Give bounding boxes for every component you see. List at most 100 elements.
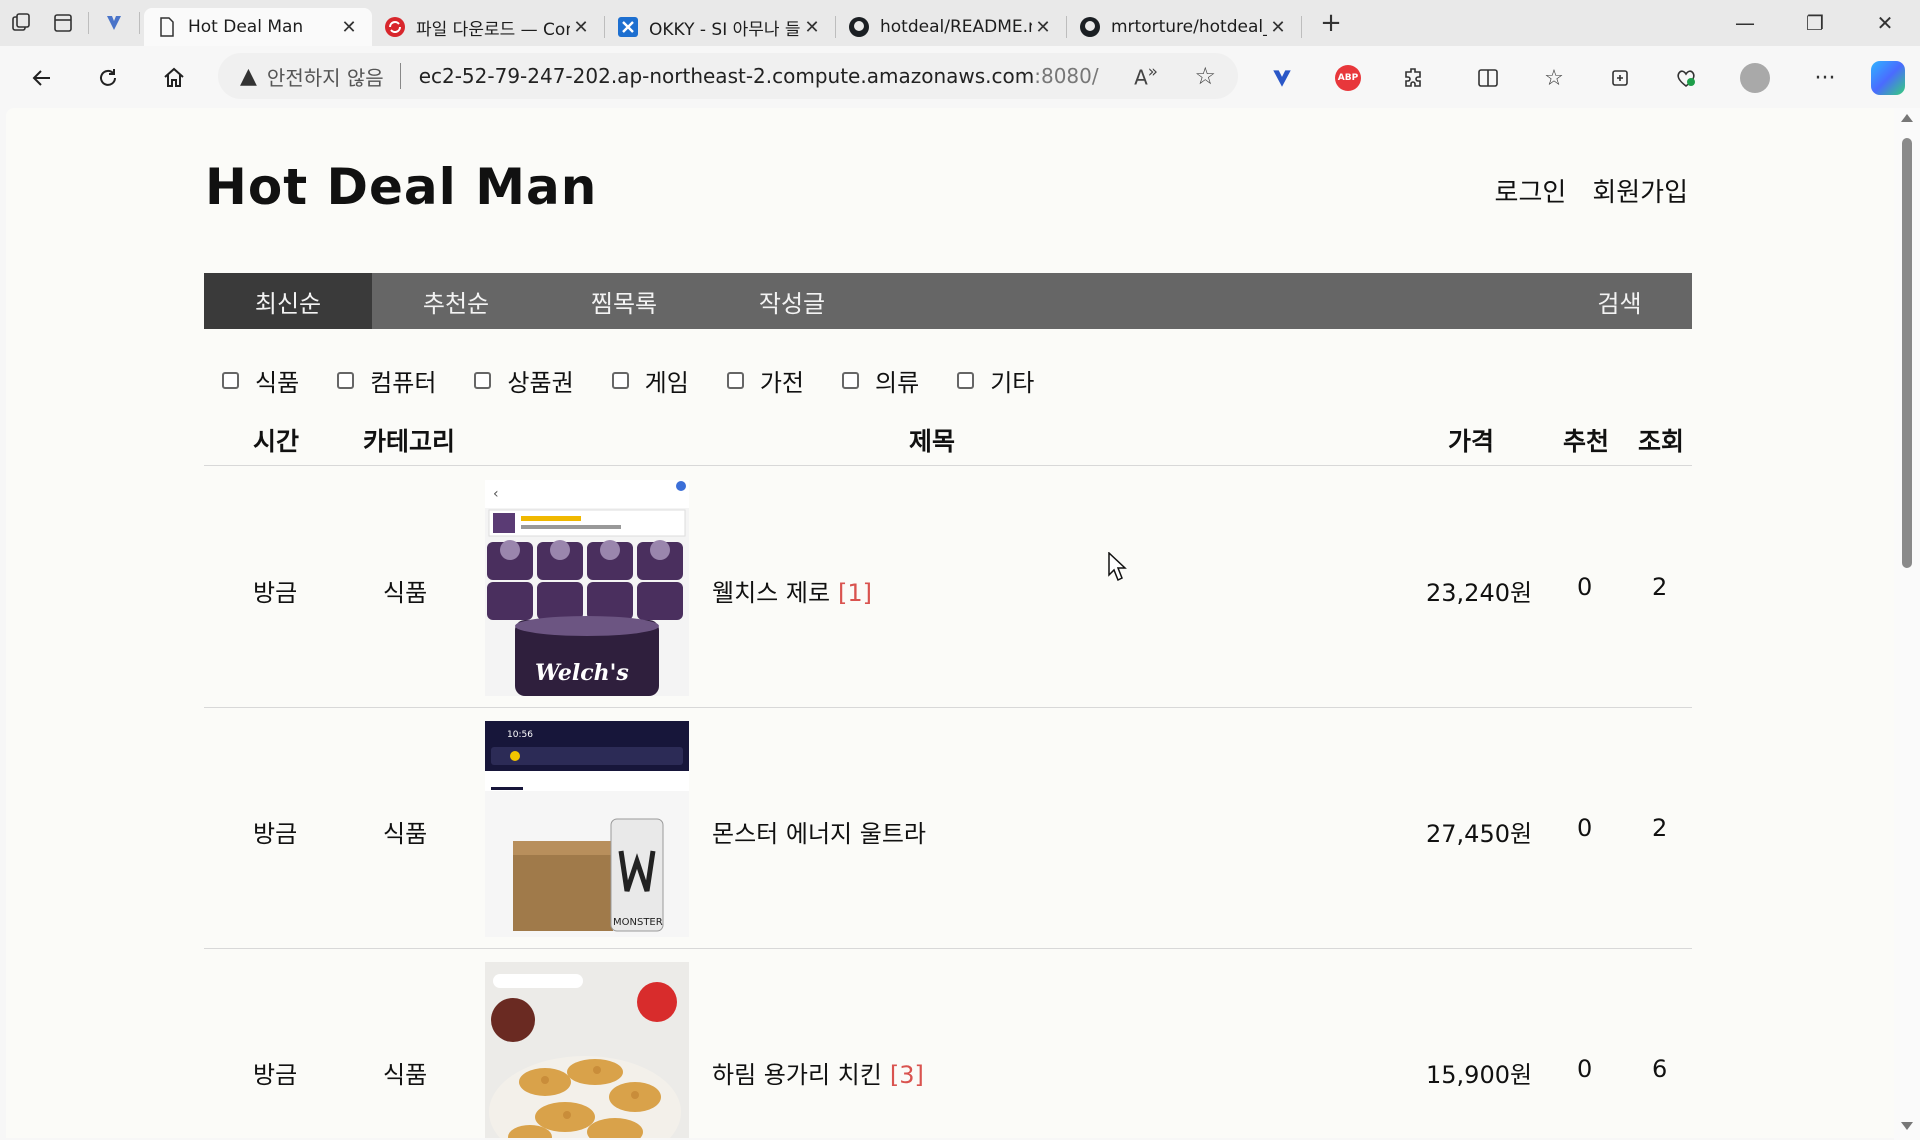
settings-more-icon[interactable]: ··· — [1805, 58, 1845, 98]
back-button[interactable] — [22, 58, 62, 98]
refresh-button[interactable] — [88, 58, 128, 98]
svg-text:10:56: 10:56 — [507, 730, 533, 740]
close-icon[interactable]: ✕ — [338, 17, 360, 38]
tab-title: 파일 다운로드 — Conv — [416, 19, 570, 40]
scrollbar-thumb[interactable] — [1902, 138, 1912, 568]
row-views: 2 — [1652, 573, 1668, 601]
workspaces-icon[interactable] — [0, 5, 42, 41]
extensions-icon[interactable] — [1394, 58, 1434, 98]
filter-label: 식품 — [255, 369, 300, 397]
converter-icon — [384, 16, 406, 38]
checkbox[interactable] — [957, 372, 975, 389]
header-price: 가격 — [1448, 427, 1495, 456]
tab-file-download[interactable]: 파일 다운로드 — Conv ✕ — [372, 8, 604, 46]
filter-game[interactable]: 게임 — [611, 363, 689, 398]
row-category: 식품 — [383, 1061, 428, 1089]
profile-avatar[interactable] — [1735, 58, 1775, 98]
tab-title: hotdeal/README.md a — [880, 17, 1032, 37]
row-recommend: 0 — [1577, 814, 1593, 842]
row-title[interactable]: 몬스터 에너지 울트라 — [712, 820, 926, 848]
close-window-icon[interactable]: ✕ — [1850, 0, 1920, 46]
row-title-cell[interactable]: 웰치스 제로 [1] — [712, 573, 872, 608]
mouse-cursor-icon — [1108, 551, 1128, 586]
separator — [399, 63, 401, 89]
tab-title: Hot Deal Man — [188, 17, 304, 37]
table-header: 시간 카테고리 제목 가격 추천 조회 — [204, 404, 1692, 466]
scroll-up-arrow-icon[interactable] — [1901, 114, 1913, 122]
nav-recommended[interactable]: 추천순 — [372, 273, 540, 329]
avatar — [1740, 63, 1770, 93]
copilot-icon[interactable] — [1868, 58, 1908, 98]
nav-my-posts[interactable]: 작성글 — [708, 273, 876, 329]
read-aloud-icon[interactable]: A» — [1134, 62, 1158, 90]
adblock-icon[interactable]: ABP — [1328, 58, 1368, 98]
vertical-scrollbar[interactable] — [1894, 108, 1920, 1140]
table-row[interactable]: 방금 식품 ‹ Welch's 웰치스 제로 [1] 23,240원 0 2 — [204, 467, 1692, 708]
product-thumbnail[interactable] — [485, 962, 689, 1138]
favorites-icon[interactable]: ☆ — [1534, 58, 1574, 98]
nav-wishlist[interactable]: 찜목록 — [540, 273, 708, 329]
row-title-cell[interactable]: 하림 용가리 치킨 [3] — [712, 1055, 924, 1090]
scroll-down-arrow-icon[interactable] — [1901, 1122, 1913, 1130]
close-icon[interactable]: ✕ — [801, 17, 823, 38]
checkbox[interactable] — [726, 372, 744, 389]
header-category: 카테고리 — [363, 427, 456, 456]
close-icon[interactable]: ✕ — [570, 17, 592, 38]
row-views: 2 — [1652, 814, 1668, 842]
pinned-tab-icon[interactable] — [93, 5, 135, 41]
filter-label: 게임 — [644, 369, 689, 397]
login-link[interactable]: 로그인 — [1495, 172, 1567, 209]
table-row[interactable]: 방금 식품 하림 용가리 치킨 [3] 15,900원 0 6 — [204, 949, 1692, 1138]
minimize-icon[interactable]: — — [1710, 0, 1780, 46]
browser-essentials-icon[interactable] — [1666, 58, 1706, 98]
close-icon[interactable]: ✕ — [1032, 17, 1054, 38]
filter-food[interactable]: 식품 — [222, 363, 299, 398]
checkbox[interactable] — [842, 372, 860, 389]
table-row[interactable]: 방금 식품 10:56 MONSTER 몬스터 에너지 울트라 27,450원 … — [204, 708, 1692, 949]
product-thumbnail[interactable]: 10:56 MONSTER — [485, 721, 689, 937]
warning-icon[interactable]: ▲ — [240, 64, 257, 89]
row-title[interactable]: 웰치스 제로 — [712, 579, 830, 607]
checkbox[interactable] — [337, 372, 355, 389]
product-thumbnail[interactable]: ‹ Welch's — [485, 480, 689, 696]
auth-links: 로그인 회원가입 — [1495, 172, 1688, 209]
row-time: 방금 — [253, 820, 298, 848]
nav-search[interactable]: 검색 — [1547, 273, 1692, 329]
new-tab-button[interactable]: + — [1310, 5, 1352, 41]
filter-label: 컴퓨터 — [370, 369, 437, 397]
row-title-cell[interactable]: 몬스터 에너지 울트라 — [712, 814, 934, 849]
close-icon[interactable]: ✕ — [1267, 17, 1289, 38]
checkbox[interactable] — [222, 372, 239, 389]
home-button[interactable] — [154, 58, 194, 98]
tab-github-images[interactable]: mrtorture/hotdeal_ima ✕ — [1067, 8, 1301, 46]
nav-latest[interactable]: 최신순 — [204, 273, 372, 329]
filter-computer[interactable]: 컴퓨터 — [337, 363, 436, 398]
signup-link[interactable]: 회원가입 — [1592, 172, 1688, 209]
filter-giftcard[interactable]: 상품권 — [474, 363, 574, 398]
filter-etc[interactable]: 기타 — [957, 363, 1034, 398]
tab-hot-deal-man[interactable]: Hot Deal Man ✕ — [144, 8, 372, 46]
tab-divider — [1301, 16, 1302, 38]
okky-icon — [617, 16, 639, 38]
filter-appliance[interactable]: 가전 — [726, 363, 804, 398]
tab-okky[interactable]: OKKY - SI 아무나 들어 ✕ — [605, 8, 835, 46]
checkbox[interactable] — [611, 372, 629, 389]
filter-clothing[interactable]: 의류 — [842, 363, 919, 398]
restore-icon[interactable]: ❐ — [1780, 0, 1850, 46]
window-controls: — ❐ ✕ — [1710, 0, 1920, 46]
favorite-star-icon[interactable]: ☆ — [1194, 62, 1216, 90]
checkbox[interactable] — [474, 372, 492, 389]
tab-github-readme[interactable]: hotdeal/README.md a ✕ — [836, 8, 1066, 46]
svg-text:‹: ‹ — [493, 486, 499, 502]
site-title[interactable]: Hot Deal Man — [205, 158, 597, 216]
security-label[interactable]: 안전하지 않음 — [267, 62, 384, 91]
comment-count: [1] — [838, 579, 873, 607]
address-bar[interactable]: ▲ 안전하지 않음 ec2-52-79-247-202.ap-northeast… — [218, 53, 1238, 99]
row-title[interactable]: 하림 용가리 치킨 — [712, 1061, 882, 1089]
split-screen-icon[interactable] — [1468, 58, 1508, 98]
vpn-extension-icon[interactable] — [1262, 58, 1302, 98]
tab-actions-icon[interactable] — [42, 5, 84, 41]
url-text[interactable]: ec2-52-79-247-202.ap-northeast-2.compute… — [419, 64, 1099, 88]
filter-label: 기타 — [990, 369, 1035, 397]
collections-icon[interactable] — [1600, 58, 1640, 98]
